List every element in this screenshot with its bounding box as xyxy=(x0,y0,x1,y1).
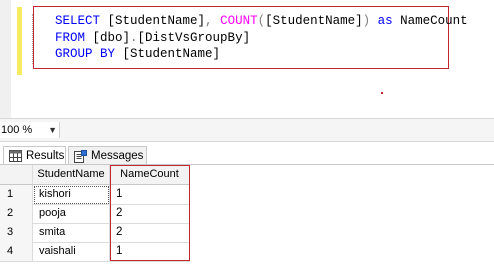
cell-namecount[interactable]: 2 xyxy=(110,204,190,224)
zoom-select[interactable]: 100 % ▼ xyxy=(0,122,60,138)
cell-namecount[interactable]: 1 xyxy=(110,242,190,262)
sql-token: [dbo] xyxy=(92,31,131,45)
cell-studentname[interactable]: vaishali xyxy=(33,242,110,262)
sql-token: COUNT xyxy=(220,14,258,28)
sql-token: FROM xyxy=(55,31,93,45)
editor-gutter xyxy=(0,0,11,118)
sql-token: . xyxy=(130,31,138,45)
tab-results-label: Results xyxy=(26,150,65,162)
cell-studentname[interactable]: pooja xyxy=(33,204,110,224)
tab-messages[interactable]: Messages xyxy=(68,146,147,166)
sql-token: [StudentName] xyxy=(107,14,206,28)
column-header-studentname[interactable]: StudentName xyxy=(33,165,110,185)
cell-studentname[interactable]: kishori xyxy=(33,185,110,205)
sql-token: [StudentName] xyxy=(265,14,363,28)
sql-token: , xyxy=(205,14,221,28)
stray-mark xyxy=(381,92,383,94)
sql-token: [StudentName] xyxy=(122,47,221,61)
grid-corner[interactable] xyxy=(0,165,33,185)
change-tracking-bar xyxy=(17,7,22,75)
sql-line[interactable]: FROM [dbo].[DistVsGroupBy] xyxy=(55,30,250,46)
sql-token: NameCount xyxy=(400,14,468,28)
zoom-value: 100 % xyxy=(1,124,33,136)
result-tabs: Results Messages xyxy=(0,143,494,166)
query-editor[interactable]: SELECT [StudentName], COUNT([StudentName… xyxy=(0,0,494,118)
cell-namecount[interactable]: 1 xyxy=(110,185,190,205)
column-header-namecount[interactable]: NameCount xyxy=(110,165,190,185)
tab-messages-label: Messages xyxy=(91,150,144,162)
sql-token: ( xyxy=(257,14,266,28)
sql-token: SELECT xyxy=(55,14,108,28)
cell-studentname[interactable]: smita xyxy=(33,223,110,243)
sql-token: ) xyxy=(362,14,378,28)
sql-line[interactable]: GROUP BY [StudentName] xyxy=(55,46,220,62)
dropdown-arrow-icon[interactable]: ▼ xyxy=(48,122,57,138)
sql-token: [DistVsGroupBy] xyxy=(137,31,251,45)
sql-line[interactable]: SELECT [StudentName], COUNT([StudentName… xyxy=(55,13,468,29)
row-number[interactable]: 2 xyxy=(0,204,33,224)
row-number[interactable]: 3 xyxy=(0,223,33,243)
tab-results[interactable]: Results xyxy=(3,146,66,166)
row-number[interactable]: 1 xyxy=(0,185,33,205)
sql-token: as xyxy=(377,14,401,28)
cell-namecount[interactable]: 2 xyxy=(110,223,190,243)
editor-status-strip: 100 % ▼ xyxy=(0,118,494,142)
results-grid[interactable]: StudentName NameCount 1 kishori 1 2 pooj… xyxy=(0,165,494,264)
sql-token: GROUP BY xyxy=(55,47,123,61)
row-number[interactable]: 4 xyxy=(0,242,33,262)
